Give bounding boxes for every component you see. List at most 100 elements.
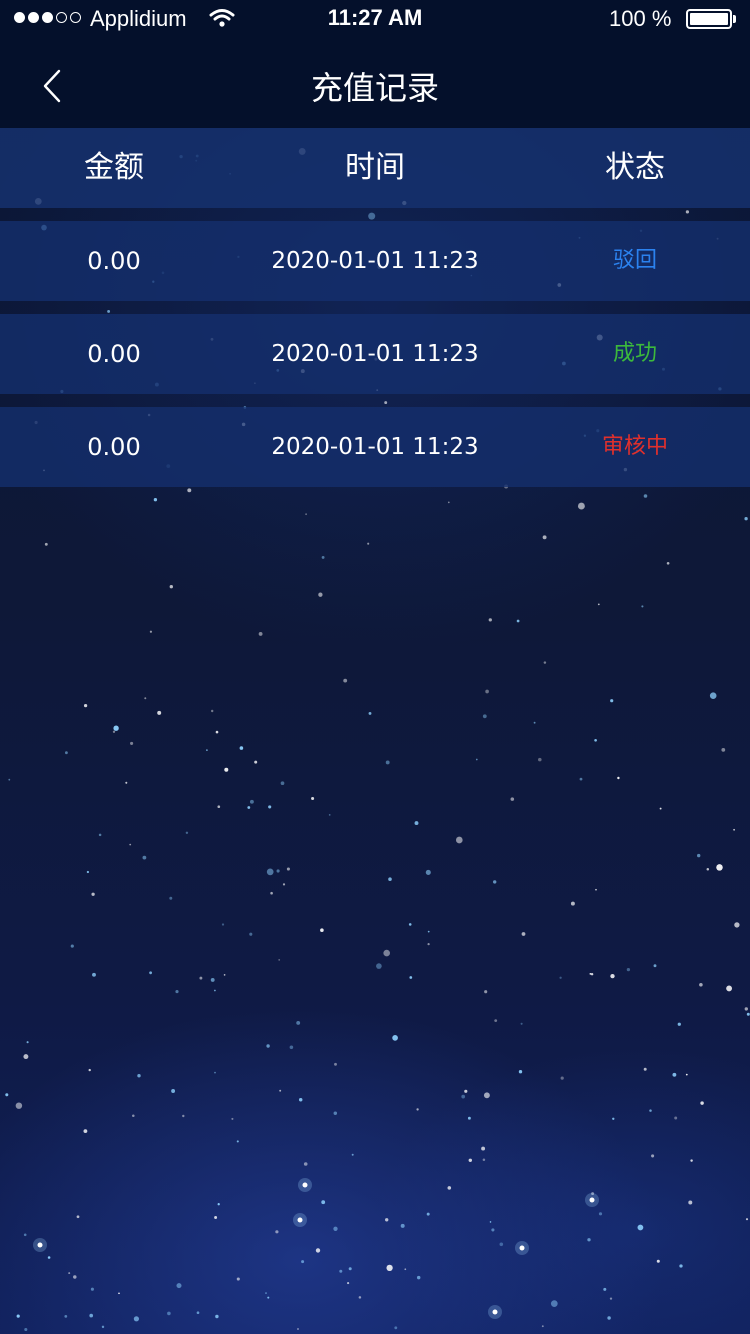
star <box>385 1218 389 1222</box>
row-amount: 0.00 <box>87 247 141 275</box>
star <box>688 1200 693 1205</box>
star <box>125 781 128 784</box>
star <box>483 1092 490 1099</box>
star <box>706 867 710 871</box>
star <box>268 805 272 809</box>
table-row[interactable]: 0.00 2020-01-01 11:23 审核中 <box>0 407 750 487</box>
star <box>83 1129 88 1133</box>
star <box>130 741 134 745</box>
star <box>610 973 615 979</box>
star <box>726 985 733 992</box>
star <box>700 1101 704 1105</box>
star <box>348 1267 352 1271</box>
star <box>223 974 226 976</box>
star <box>347 1282 350 1285</box>
star <box>70 944 74 948</box>
star <box>221 923 225 926</box>
star <box>388 877 392 881</box>
star <box>44 542 48 546</box>
star <box>481 1146 486 1151</box>
star <box>254 760 258 764</box>
star <box>289 1045 294 1050</box>
star <box>590 972 594 976</box>
table-row[interactable]: 0.00 2020-01-01 11:23 驳回 <box>0 221 750 301</box>
star <box>745 1218 749 1221</box>
star <box>716 864 723 871</box>
star <box>521 932 526 936</box>
table-row[interactable]: 0.00 2020-01-01 11:23 成功 <box>0 314 750 394</box>
star <box>187 488 192 493</box>
star <box>482 714 487 719</box>
star <box>672 1072 677 1077</box>
star <box>302 1182 308 1188</box>
star <box>91 892 95 896</box>
star <box>538 757 542 762</box>
star <box>175 990 179 994</box>
star <box>666 561 670 565</box>
star <box>641 605 644 608</box>
star <box>400 1223 405 1228</box>
star <box>674 1116 678 1120</box>
star <box>206 749 208 751</box>
star <box>550 1300 558 1307</box>
star <box>239 746 244 750</box>
star <box>427 930 430 933</box>
star <box>510 797 515 801</box>
star <box>217 805 221 809</box>
star <box>394 1326 398 1330</box>
star <box>519 1245 525 1251</box>
star <box>265 1292 267 1295</box>
star <box>533 721 536 724</box>
star <box>305 513 307 516</box>
star <box>113 725 119 731</box>
star <box>320 928 324 932</box>
star <box>296 1327 300 1331</box>
star <box>408 923 412 926</box>
star <box>520 1022 523 1025</box>
star <box>560 1076 564 1080</box>
star <box>247 806 251 809</box>
star <box>690 1159 693 1162</box>
star <box>744 1007 748 1011</box>
star <box>249 932 253 936</box>
star <box>132 1114 135 1117</box>
star <box>86 870 90 874</box>
column-header-status: 状态 <box>605 150 665 185</box>
star <box>587 1238 591 1242</box>
star <box>721 748 726 752</box>
star <box>133 1316 140 1322</box>
star <box>185 831 189 835</box>
star <box>196 1311 200 1315</box>
star <box>447 501 450 504</box>
star <box>609 1297 613 1300</box>
star <box>709 692 717 699</box>
star <box>65 751 68 755</box>
star <box>659 807 662 810</box>
battery-icon <box>686 9 736 29</box>
star <box>89 1313 94 1318</box>
star <box>169 585 173 589</box>
star <box>697 853 701 858</box>
star <box>559 976 562 979</box>
star <box>199 976 203 980</box>
star <box>699 983 703 987</box>
star <box>214 989 216 992</box>
star <box>617 776 620 780</box>
star <box>297 1217 303 1223</box>
star <box>386 1264 393 1272</box>
star <box>414 821 419 826</box>
star <box>746 1012 750 1016</box>
star <box>409 976 413 979</box>
navigation-bar: 充值记录 <box>0 40 750 128</box>
star <box>468 1158 473 1163</box>
star <box>88 1068 91 1072</box>
star <box>23 1054 29 1060</box>
star <box>404 1268 407 1271</box>
star <box>328 814 331 816</box>
star <box>249 799 254 804</box>
star <box>144 697 147 700</box>
star <box>610 699 614 703</box>
star <box>296 1020 301 1025</box>
star <box>385 760 390 765</box>
star <box>286 867 290 871</box>
